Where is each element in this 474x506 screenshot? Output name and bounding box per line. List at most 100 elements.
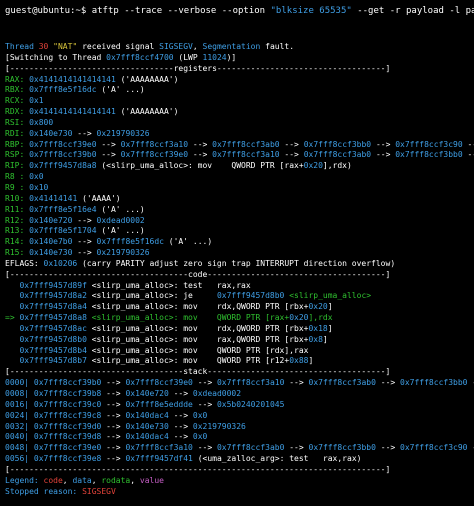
text-segment: received signal	[77, 42, 160, 51]
text-segment: R11:	[5, 204, 30, 214]
output-line: 0x7fff9457d8a2 <slirp_uma_alloc>: je 0x7…	[5, 291, 474, 302]
text-segment: 0x7fff8ccf39e0	[125, 378, 193, 388]
text-segment: 0x10206	[43, 258, 78, 268]
text-segment: 0040|	[5, 432, 34, 442]
text-segment: RCX:	[5, 96, 30, 106]
text-segment: RDX:	[5, 107, 30, 117]
text-segment: ]	[322, 334, 328, 344]
text-segment: -->	[96, 139, 121, 149]
output-line: 0032| 0x7fff8ccf39d0 --> 0x140e730 --> 0…	[5, 422, 474, 433]
text-segment: R14:	[5, 237, 30, 247]
text-segment: <slirp_uma_alloc>: je	[86, 291, 217, 301]
text-segment: 0x7fff8ccf3c90	[395, 139, 463, 149]
text-segment: <slirp_uma_alloc>: mov QWORD PTR [rdx],r…	[86, 345, 309, 355]
text-segment: -->	[101, 454, 126, 464]
text-segment: 0x7fff8ccf3bb0	[395, 150, 463, 160]
text-segment: ,	[192, 42, 203, 51]
output-line: RIP: 0x7fff9457d8a8 (<slirp_uma_alloc>: …	[5, 161, 474, 172]
text-segment: -->	[192, 378, 217, 388]
text-segment	[5, 281, 19, 290]
text-segment: 0x7fff8ccf39e8	[33, 454, 102, 464]
output-line: 0x7fff9457d8b4 <slirp_uma_alloc>: mov QW…	[5, 346, 474, 357]
text-segment: 0x7fff9457d8b0	[19, 334, 87, 344]
text-segment: =>	[5, 313, 20, 323]
text-segment: rodata	[101, 475, 131, 485]
text-segment: code	[43, 475, 63, 485]
text-segment: -->	[101, 432, 126, 442]
text-segment: RSI:	[5, 117, 30, 127]
text-segment: (LWP	[173, 52, 203, 62]
text-segment: 0032|	[5, 421, 34, 431]
text-segment: -->	[467, 443, 474, 452]
text-segment: -->	[188, 150, 213, 160]
text-segment	[5, 335, 19, 344]
text-segment: 0x10	[29, 182, 49, 192]
text-segment: <slirp_uma_alloc>: mov QWORD PTR [rax+	[86, 313, 290, 323]
output-line: 0016| 0x7fff8ccf39c0 --> 0x7fff8e5eddde …	[5, 400, 474, 411]
text-segment: 0x7fff8ccf4700	[106, 52, 174, 62]
output-line: RCX: 0x1	[5, 96, 474, 107]
text-segment: -->	[371, 150, 396, 160]
text-segment: 0x7fff9457d8a8	[29, 161, 97, 171]
text-segment: -->	[101, 443, 126, 453]
text-segment: 0x7fff9457df41	[125, 454, 193, 464]
text-segment: 0xdead0002	[96, 215, 145, 225]
output-line: R12: 0x140e720 --> 0xdead0002	[5, 216, 474, 227]
text-segment: RDI:	[5, 128, 30, 138]
text-segment: data	[72, 475, 92, 485]
text-segment: 0x7fff8ccf3ab0	[303, 150, 372, 160]
text-segment: 0x219790326	[96, 248, 150, 258]
text-segment: ]	[327, 323, 333, 333]
text-segment: --get -r payload -l payload	[357, 6, 474, 16]
text-segment: 0x41414141	[29, 193, 78, 203]
text-segment: 0x0	[192, 432, 208, 442]
text-segment: ]	[308, 356, 314, 366]
text-segment: (carry PARITY adjust zero sign trap INTE…	[77, 258, 396, 268]
output-line: Legend: code, data, rodata, value	[5, 476, 474, 487]
text-segment: SIGSEGV	[159, 42, 193, 51]
text-segment: [-------------------------------------co…	[5, 269, 391, 279]
text-segment	[5, 291, 19, 300]
text-segment: 0x7fff8ccf3a10	[212, 150, 280, 160]
output-line: => 0x7fff9457d8a8 <slirp_uma_alloc>: mov…	[5, 313, 474, 324]
text-segment: 0x7fff8ccf39e0	[33, 443, 102, 453]
text-segment: ],rdx	[308, 313, 333, 323]
text-segment: 0x219790326	[96, 128, 150, 138]
text-segment: Stopped reason:	[5, 486, 83, 496]
text-segment: 0x7fff8ccf3a10	[120, 139, 189, 149]
output-line: RDX: 0x4141414141414141 ('AAAAAAAA')	[5, 107, 474, 118]
text-segment: 0x20	[289, 313, 309, 323]
output-line: 0056| 0x7fff8ccf39e8 --> 0x7fff9457df41 …	[5, 454, 474, 465]
text-segment: -->	[101, 399, 126, 409]
output-line: Thread 30 "NAT" received signal SIGSEGV,…	[5, 42, 474, 53]
text-segment: -->	[101, 389, 126, 398]
terminal-window[interactable]: guest@ubuntu:~$ atftp --trace --verbose …	[0, 0, 474, 506]
text-segment: -->	[72, 237, 97, 247]
text-segment: ('A' ...)	[96, 204, 145, 214]
text-segment: 0x7fff8ccf39e0	[120, 150, 189, 160]
text-segment: 0x7fff8e5f16dc	[29, 85, 97, 95]
output-line: [---------------------------------------…	[5, 465, 474, 476]
output-line: R10: 0x41414141 ('AAAA')	[5, 194, 474, 205]
output-line: 0048| 0x7fff8ccf39e0 --> 0x7fff8ccf3a10 …	[5, 443, 474, 454]
output-line: 0000| 0x7fff8ccf39b0 --> 0x7fff8ccf39e0 …	[5, 378, 474, 389]
text-segment: 0x7fff8e5eddde	[125, 399, 193, 409]
text-segment: 0x7fff8ccf3bb0	[303, 139, 372, 149]
text-segment: 0x7fff9457d8a2	[19, 291, 87, 301]
text-segment: 0x7fff8ccf3a10	[125, 443, 193, 453]
text-segment: ('A' ...)	[96, 226, 145, 236]
text-segment: R9 :	[5, 182, 30, 192]
text-segment: ,	[91, 475, 102, 485]
text-segment: 0x140e7b0	[29, 237, 73, 247]
output-line: R15: 0x140e730 --> 0x219790326	[5, 248, 474, 259]
text-segment	[5, 302, 19, 311]
text-segment: 0056|	[5, 454, 34, 464]
text-segment: 0x140e730	[29, 128, 73, 138]
text-segment: RSP:	[5, 150, 30, 160]
text-segment	[5, 346, 19, 355]
text-segment: -->	[467, 378, 474, 387]
output-line: 0x7fff9457d8ac <slirp_uma_alloc>: mov rd…	[5, 324, 474, 335]
text-segment: 0x7fff9457d8a8	[19, 313, 87, 323]
text-segment: -->	[371, 139, 396, 149]
text-segment: 0x5b0240201045	[216, 399, 285, 409]
